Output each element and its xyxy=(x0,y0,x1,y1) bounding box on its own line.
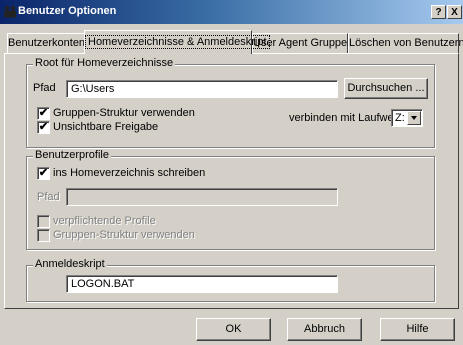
root-group: Root für Homeverzeichnisse xyxy=(26,57,435,148)
drive-value: Z: xyxy=(395,112,405,124)
options-window: Benutzer Optionen ? X Benutzerkonten Hom… xyxy=(0,0,463,345)
ok-button[interactable]: OK xyxy=(196,318,271,341)
tab-panel: Root für Homeverzeichnisse Pfad G:\Users… xyxy=(4,53,459,309)
write-home-label: ins Homeverzeichnis schreiben xyxy=(53,167,206,179)
users-app-icon xyxy=(4,5,16,18)
profile-group-structure-label: Gruppen-Struktur verwenden xyxy=(53,229,195,241)
tab-benutzerkonten[interactable]: Benutzerkonten xyxy=(7,33,85,53)
profile-group-structure-checkbox[interactable] xyxy=(37,229,50,242)
mandatory-profile-label: verpflichtende Profile xyxy=(53,215,156,227)
write-home-checkbox[interactable]: ✔ xyxy=(37,167,50,180)
drive-select[interactable]: Z: xyxy=(391,109,423,127)
root-path-label: Pfad xyxy=(33,82,56,94)
tab-label: Löschen von Benutzern xyxy=(349,37,463,49)
help-button-label: Hilfe xyxy=(406,323,429,335)
close-title-button[interactable]: X xyxy=(447,5,462,19)
root-group-title: Root für Homeverzeichnisse xyxy=(33,57,176,69)
cancel-button-label: Abbruch xyxy=(304,323,345,335)
tab-label: Homeverzeichnisse & Anmeldeskript xyxy=(85,35,270,49)
title-bar[interactable]: Benutzer Optionen ? X xyxy=(0,0,463,24)
group-structure-checkbox[interactable]: ✔ xyxy=(37,107,50,120)
cancel-button[interactable]: Abbruch xyxy=(287,318,362,341)
hidden-share-label: Unsichtbare Freigabe xyxy=(53,121,159,133)
logon-script-input[interactable]: LOGON.BAT xyxy=(66,275,338,293)
help-title-button[interactable]: ? xyxy=(431,5,446,19)
drive-label: verbinden mit Laufwerk xyxy=(289,112,403,124)
hidden-share-checkbox[interactable]: ✔ xyxy=(37,121,50,134)
window-title: Benutzer Optionen xyxy=(18,5,117,17)
chevron-down-icon[interactable] xyxy=(407,111,421,125)
browse-button[interactable]: Durchsuchen ... xyxy=(344,78,428,99)
tab-label: Benutzerkonten xyxy=(8,37,86,49)
root-path-input[interactable]: G:\Users xyxy=(66,80,338,98)
profile-path-input[interactable] xyxy=(66,188,338,206)
tab-homeverzeichnisse[interactable]: Homeverzeichnisse & Anmeldeskript xyxy=(84,30,270,54)
help-button[interactable]: Hilfe xyxy=(380,318,455,341)
ok-button-label: OK xyxy=(225,323,242,335)
group-structure-label: Gruppen-Struktur verwenden xyxy=(53,107,195,119)
profile-path-label: Pfad xyxy=(37,191,60,203)
tab-loeschen-von-benutzern[interactable]: Löschen von Benutzern xyxy=(348,33,463,53)
profile-group-title: Benutzerprofile xyxy=(33,149,111,161)
mandatory-profile-checkbox[interactable] xyxy=(37,215,50,228)
logon-group-title: Anmeldeskript xyxy=(33,258,107,270)
